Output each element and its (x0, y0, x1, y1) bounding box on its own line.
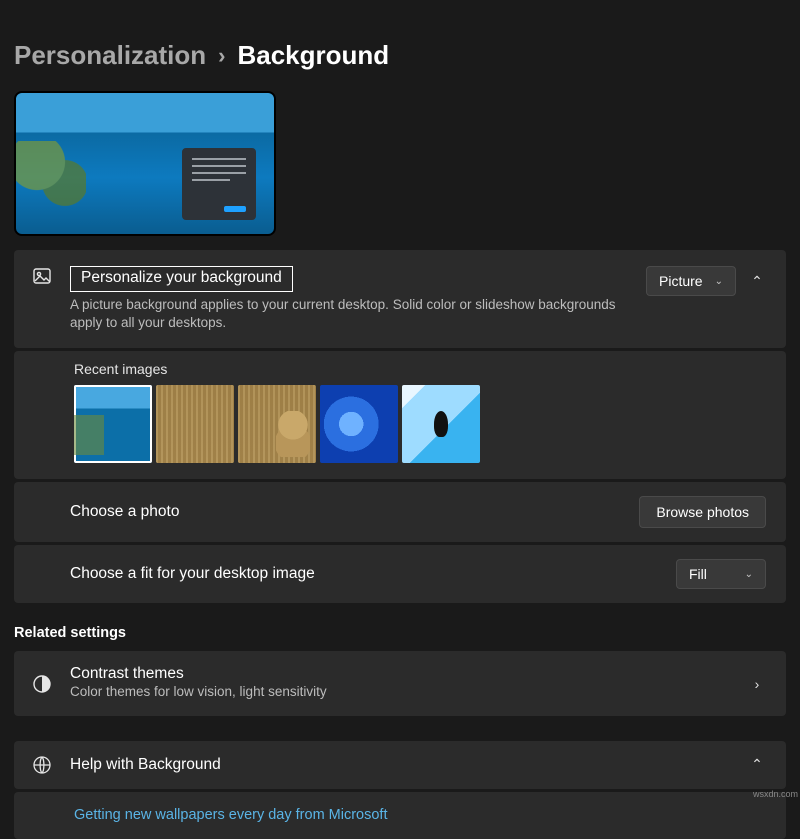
row-personalize-background: Personalize your background A picture ba… (14, 250, 786, 348)
contrast-description: Color themes for low vision, light sensi… (70, 683, 732, 701)
breadcrumb: Personalization › Background (14, 40, 786, 71)
chevron-right-icon: › (218, 43, 225, 69)
row-recent-images: Recent images (14, 351, 786, 479)
help-title: Help with Background (70, 756, 732, 774)
chevron-right-icon: › (748, 676, 766, 692)
row-contrast-themes[interactable]: Contrast themes Color themes for low vis… (14, 651, 786, 715)
picture-icon (30, 266, 54, 286)
contrast-title: Contrast themes (70, 665, 732, 683)
personalize-description: A picture background applies to your cur… (70, 296, 630, 332)
contrast-icon (30, 674, 54, 694)
recent-images-label: Recent images (74, 361, 766, 377)
breadcrumb-current: Background (237, 40, 389, 71)
background-type-dropdown[interactable]: Picture ⌄ (646, 266, 736, 296)
chevron-down-icon: ⌄ (715, 276, 723, 287)
related-settings-heading: Related settings (14, 625, 786, 641)
help-body: Getting new wallpapers every day from Mi… (14, 792, 786, 839)
recent-image-3[interactable] (238, 385, 316, 463)
background-type-value: Picture (659, 273, 703, 289)
fit-dropdown[interactable]: Fill ⌄ (676, 559, 766, 589)
collapse-chevron-up-icon[interactable]: ⌃ (748, 273, 766, 290)
breadcrumb-parent[interactable]: Personalization (14, 40, 206, 71)
recent-image-4[interactable] (320, 385, 398, 463)
recent-images-list (74, 385, 766, 463)
chevron-down-icon: ⌄ (745, 569, 753, 580)
preview-window-mock (182, 148, 256, 220)
recent-image-5[interactable] (402, 385, 480, 463)
globe-icon (30, 755, 54, 775)
help-link-wallpapers[interactable]: Getting new wallpapers every day from Mi… (74, 807, 388, 823)
fit-value: Fill (689, 566, 707, 582)
recent-image-1[interactable] (74, 385, 152, 463)
collapse-chevron-up-icon[interactable]: ⌃ (748, 756, 766, 773)
personalize-title: Personalize your background (70, 266, 293, 292)
row-choose-photo: Choose a photo Browse photos (14, 482, 786, 542)
watermark: wsxdn.com (753, 789, 798, 799)
row-choose-fit: Choose a fit for your desktop image Fill… (14, 545, 786, 603)
choose-fit-label: Choose a fit for your desktop image (70, 565, 660, 583)
recent-image-2[interactable] (156, 385, 234, 463)
row-help-background[interactable]: Help with Background ⌃ (14, 741, 786, 789)
desktop-preview (14, 91, 276, 236)
choose-photo-label: Choose a photo (70, 503, 623, 521)
browse-photos-button[interactable]: Browse photos (639, 496, 766, 528)
